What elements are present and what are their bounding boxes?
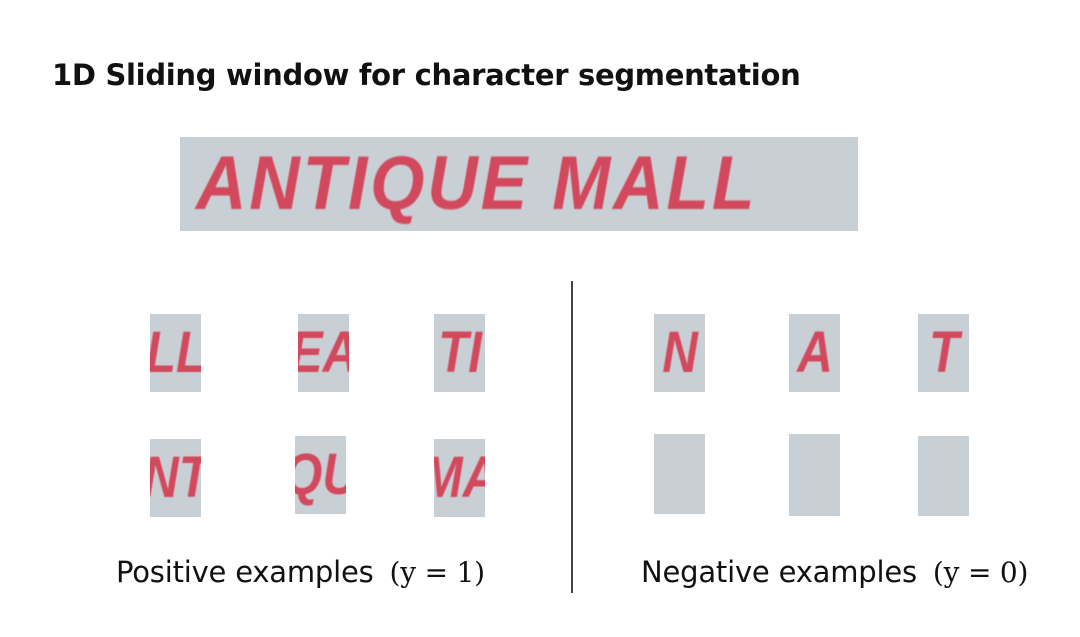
positive-patch: QU (295, 436, 346, 514)
negative-patch (654, 434, 705, 514)
negative-equation: (y = 0) (932, 556, 1029, 589)
patch-letters: TI (437, 320, 482, 385)
patch-letters: NT (150, 449, 201, 507)
patch-letters: T (928, 320, 959, 385)
positive-equation: (y = 1) (389, 556, 486, 589)
negative-patch: A (789, 314, 840, 392)
divider-line (571, 281, 573, 593)
positive-label: Positive examples (116, 555, 374, 589)
patch-letters: MA (434, 449, 485, 507)
negative-patch (789, 434, 840, 516)
positive-patch: MA (434, 439, 485, 517)
patch-letters: EA (298, 324, 349, 382)
negative-label: Negative examples (641, 555, 917, 589)
patch-letters: A (796, 320, 833, 385)
positive-patch: EA (298, 314, 349, 392)
slide-title: 1D Sliding window for character segmenta… (52, 58, 801, 92)
negative-caption: Negative examples (y = 0) (641, 555, 1028, 589)
positive-patch: LL (150, 314, 201, 392)
patch-letters: N (661, 320, 698, 385)
negative-patch: N (654, 314, 705, 392)
antique-mall-image: ANTIQUE MALL (180, 137, 858, 231)
positive-patch: TI (434, 314, 485, 392)
positive-patch: NT (150, 439, 201, 517)
negative-patch: T (918, 314, 969, 392)
banner-text: ANTIQUE MALL (196, 141, 758, 226)
patch-letters: LL (150, 324, 201, 382)
patch-letters: QU (295, 446, 346, 504)
positive-caption: Positive examples (y = 1) (116, 555, 485, 589)
negative-patch (918, 436, 969, 516)
